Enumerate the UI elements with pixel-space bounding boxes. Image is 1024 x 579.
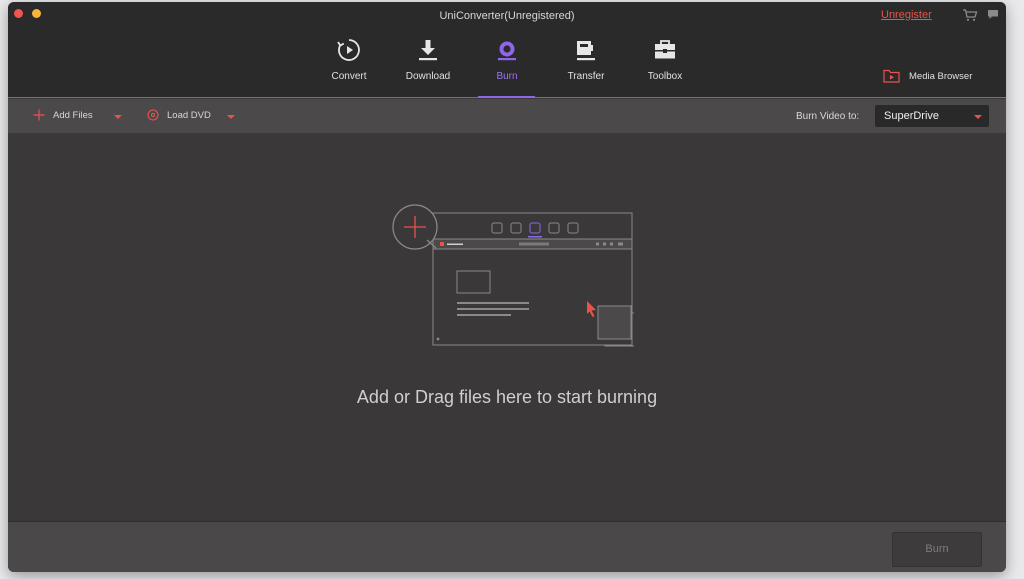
burn-button[interactable]: Burn bbox=[892, 532, 982, 567]
convert-icon bbox=[337, 39, 360, 61]
message-icon[interactable] bbox=[987, 9, 999, 20]
burn-target-value: SuperDrive bbox=[884, 110, 940, 122]
tab-convert[interactable]: Convert bbox=[310, 36, 388, 100]
load-dvd-label: Load DVD bbox=[167, 110, 211, 121]
disc-icon bbox=[147, 109, 159, 121]
burn-target-select[interactable]: SuperDrive bbox=[875, 105, 989, 127]
bottom-bar: Burn bbox=[8, 521, 1006, 572]
plus-icon bbox=[33, 109, 45, 121]
top-bar: UniConverter(Unregistered) Unregister Co… bbox=[8, 2, 1006, 98]
unregister-link[interactable]: Unregister bbox=[881, 9, 932, 21]
active-tab-indicator bbox=[478, 96, 535, 98]
drop-zone[interactable]: Add or Drag files here to start burning bbox=[8, 134, 1006, 521]
tab-download[interactable]: Download bbox=[389, 36, 467, 100]
load-dvd-button[interactable]: Load DVD bbox=[147, 108, 237, 124]
tab-burn[interactable]: Burn bbox=[468, 36, 546, 100]
toolbox-icon bbox=[655, 40, 675, 59]
download-icon bbox=[419, 40, 437, 61]
tab-toolbox-label: Toolbox bbox=[647, 71, 683, 82]
window-title: UniConverter(Unregistered) bbox=[439, 10, 575, 22]
chevron-down-icon bbox=[974, 115, 982, 119]
burn-video-to-label: Burn Video to: bbox=[796, 111, 860, 122]
drag-files-illustration bbox=[392, 204, 634, 347]
add-files-dropdown-icon[interactable] bbox=[114, 115, 122, 119]
transfer-icon bbox=[577, 41, 595, 61]
tab-burn-label: Burn bbox=[496, 71, 518, 82]
tab-download-label: Download bbox=[405, 71, 451, 82]
load-dvd-dropdown-icon[interactable] bbox=[227, 115, 235, 119]
app-window: UniConverter(Unregistered) Unregister Co… bbox=[8, 2, 1006, 572]
tab-convert-label: Convert bbox=[331, 71, 367, 82]
media-folder-icon bbox=[883, 69, 900, 83]
cart-icon[interactable] bbox=[962, 8, 978, 22]
tab-toolbox[interactable]: Toolbox bbox=[626, 36, 704, 100]
drop-hint-text: Add or Drag files here to start burning bbox=[356, 387, 658, 407]
tab-transfer[interactable]: Transfer bbox=[547, 36, 625, 100]
tab-transfer-label: Transfer bbox=[567, 71, 605, 82]
add-files-label: Add Files bbox=[53, 110, 93, 121]
toolbar: Add Files Load DVD Burn Video to: SuperD… bbox=[8, 99, 1006, 134]
media-browser-label: Media Browser bbox=[909, 71, 973, 82]
burn-icon bbox=[498, 41, 516, 61]
